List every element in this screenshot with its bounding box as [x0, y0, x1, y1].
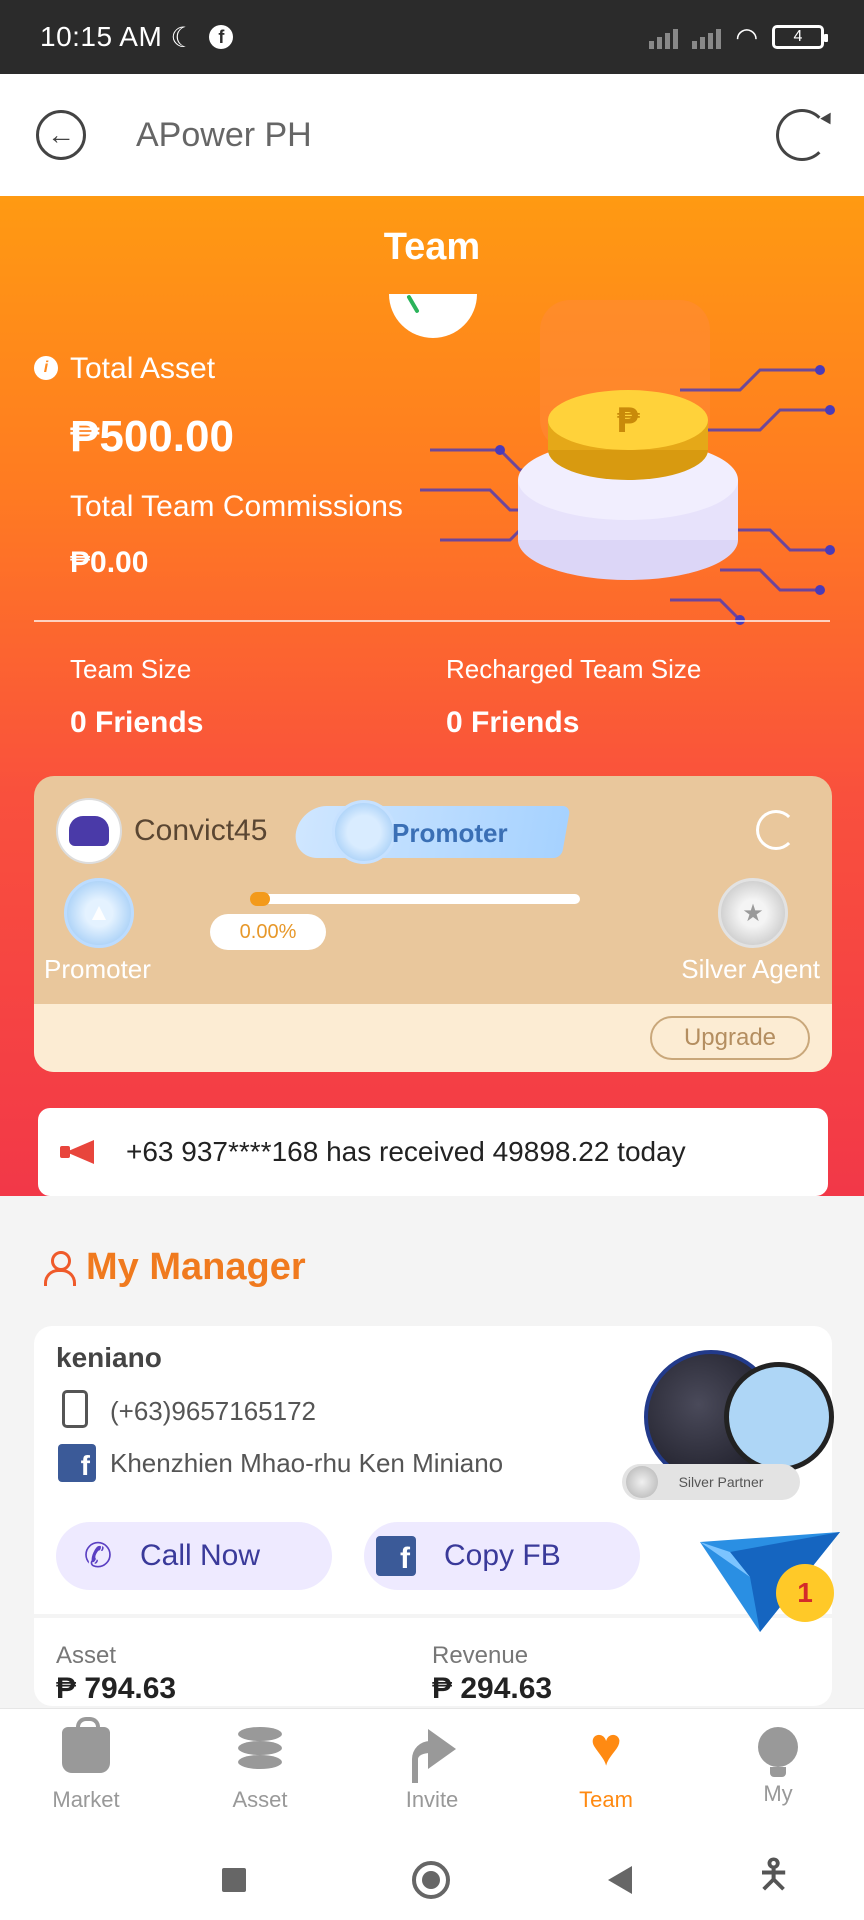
nav-my[interactable]: My [708, 1727, 848, 1807]
silver-agent-medal-icon [718, 878, 788, 948]
manager-revenue-label: Revenue [432, 1642, 529, 1669]
nav-invite-label: Invite [405, 1787, 459, 1812]
team-commissions-value: ₱0.00 [70, 546, 149, 579]
manager-revenue-value: ₱ 294.63 [432, 1672, 553, 1705]
info-icon[interactable]: i [34, 356, 58, 380]
signal-icon [649, 25, 679, 49]
phone-call-icon: ✆ [83, 1537, 113, 1575]
arrow-left-icon: ← [47, 119, 75, 150]
nav-team-label: Team [579, 1787, 633, 1812]
share-icon [408, 1727, 456, 1783]
nav-team[interactable]: Team [536, 1719, 676, 1813]
manager-phone: (+63)9657165172 [110, 1396, 317, 1426]
manager-card: keniano (+63)9657165172 f Khenzhien Mhao… [34, 1326, 834, 1706]
rank-label: Promoter [392, 818, 508, 848]
wifi-icon: ◠ [735, 21, 758, 52]
signal-icon-2 [692, 25, 722, 49]
nav-market[interactable]: Market [16, 1717, 156, 1813]
nav-asset-label: Asset [232, 1787, 288, 1812]
manager-name: keniano [56, 1342, 162, 1373]
announcement-ticker: +63 937****168 has received 49898.22 tod… [38, 1108, 828, 1196]
page-title: Team [383, 226, 481, 268]
manager-section-title: My Manager [86, 1246, 306, 1288]
status-time: 10:15 AM [40, 21, 163, 52]
ticker-text: +63 937****168 has received 49898.22 tod… [126, 1136, 686, 1167]
back-button[interactable]: ← [36, 110, 86, 160]
nav-asset[interactable]: Asset [190, 1727, 330, 1813]
status-bar: 10:15 AM ☾ f ◠ 4 [0, 0, 864, 74]
level-progress-fill [250, 892, 270, 906]
system-back-button[interactable] [608, 1866, 632, 1894]
total-asset-label: Total Asset [70, 352, 216, 385]
system-navigation-bar: 🯅 [0, 1840, 864, 1920]
facebook-icon: f [376, 1536, 416, 1576]
manager-rank-badge: Silver Partner [622, 1464, 800, 1500]
megaphone-icon [60, 1138, 100, 1166]
team-size-value: 0 Friends [70, 706, 204, 739]
heart-handshake-icon [582, 1719, 630, 1775]
manager-asset-label: Asset [56, 1642, 117, 1669]
battery-level: 4 [793, 28, 803, 45]
level-card: Convict45 Promoter 0.00% Promoter Silver… [34, 776, 832, 1072]
bulb-profile-icon [758, 1727, 798, 1777]
facebook-notification-icon: f [209, 25, 234, 49]
nav-invite[interactable]: Invite [362, 1727, 502, 1813]
upgrade-button[interactable]: Upgrade [650, 1016, 810, 1060]
accessibility-icon[interactable]: 🯅 [756, 1846, 791, 1914]
total-asset-value: ₱500.00 [70, 412, 234, 461]
phone-icon [62, 1390, 88, 1428]
app-title: APower PH [136, 115, 312, 154]
level-progress-text: 0.00% [210, 914, 326, 950]
app-header: ← APower PH [0, 74, 864, 196]
refresh-button[interactable] [776, 109, 828, 161]
person-add-icon [44, 1250, 76, 1286]
recent-apps-button[interactable] [222, 1868, 246, 1892]
moon-icon: ☾ [170, 21, 196, 53]
nav-market-label: Market [52, 1787, 120, 1812]
home-button[interactable] [412, 1861, 450, 1899]
manager-asset-value: ₱ 794.63 [56, 1672, 177, 1705]
level-progress-bar [250, 892, 580, 906]
recharged-team-size-label: Recharged Team Size [446, 654, 702, 684]
recharged-team-size-value: 0 Friends [446, 706, 580, 739]
nav-my-label: My [763, 1781, 793, 1806]
refresh-icon[interactable] [756, 810, 796, 850]
battery-icon: 4 [772, 25, 828, 49]
username: Convict45 [134, 814, 268, 847]
next-level-label: Silver Agent [681, 954, 820, 984]
notification-badge[interactable]: 1 [776, 1564, 834, 1622]
divider [34, 620, 830, 622]
coin-stack-icon [236, 1727, 284, 1773]
copy-fb-label: Copy FB [444, 1539, 561, 1572]
copy-fb-button[interactable]: f Copy FB [364, 1522, 640, 1590]
team-commissions-label: Total Team Commissions [70, 490, 403, 523]
call-now-label: Call Now [140, 1539, 261, 1572]
promoter-medal-icon [332, 800, 396, 864]
manager-facebook: Khenzhien Mhao-rhu Ken Miniano [110, 1448, 504, 1478]
customer-service-icon[interactable] [724, 1362, 834, 1472]
call-now-button[interactable]: ✆ Call Now [56, 1522, 332, 1590]
facebook-icon: f [58, 1444, 96, 1482]
promoter-medal-icon [64, 878, 134, 948]
current-level-label: Promoter [44, 954, 151, 984]
user-avatar[interactable] [56, 798, 122, 864]
team-size-label: Team Size [70, 654, 192, 684]
svg-text:₱: ₱ [616, 401, 640, 441]
manager-section-header: My Manager [44, 1246, 306, 1289]
bag-icon [62, 1717, 110, 1773]
